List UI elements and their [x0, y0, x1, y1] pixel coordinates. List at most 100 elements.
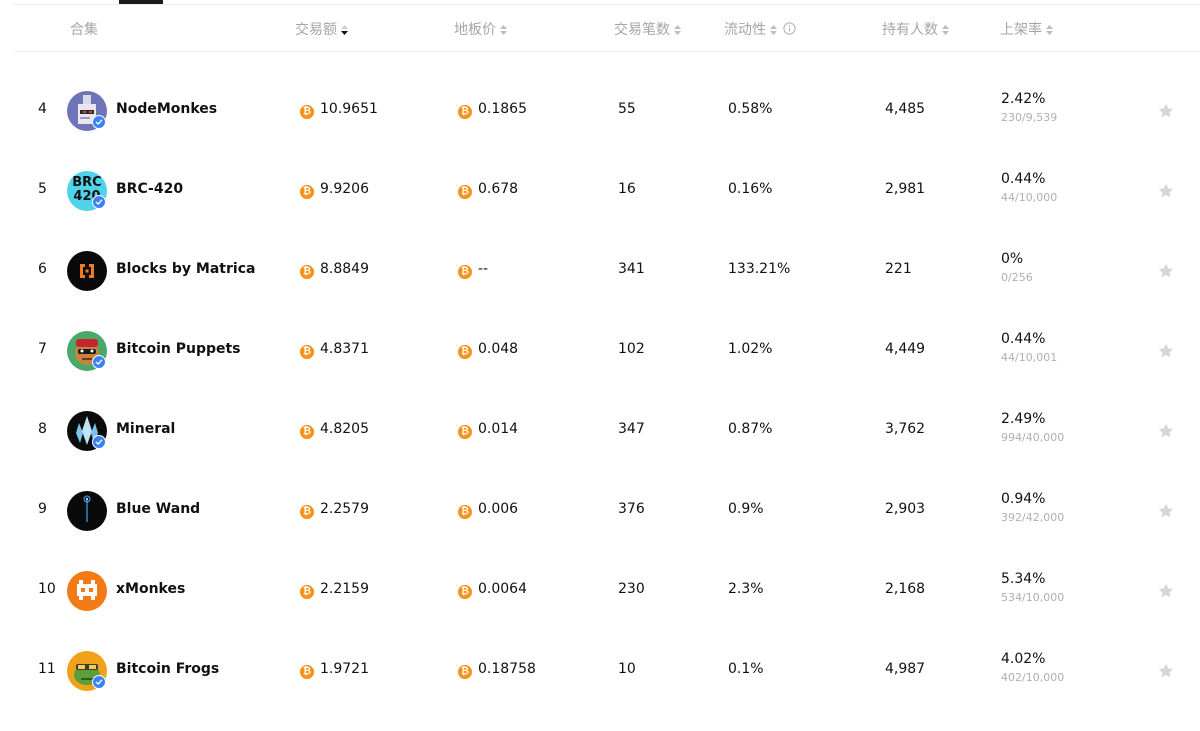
sales-count: 341	[618, 261, 645, 277]
bitcoin-icon: ₿	[458, 105, 472, 119]
listed-count: 44/10,001	[1001, 351, 1058, 364]
table-row[interactable]: 10 xMonkes ₿ 2.2159 ₿ 0.0064 230 2.3% 2,16…	[14, 551, 1200, 631]
volume: ₿ 1.9721	[300, 661, 369, 679]
bitcoin-icon: ₿	[300, 665, 314, 679]
rank: 11	[38, 661, 56, 677]
floor-price: ₿ 0.014	[458, 421, 518, 439]
table-row[interactable]: 8 Mineral ₿ 4.8205 ₿ 0.014 347 0.87% 3,762…	[14, 391, 1200, 471]
floor-price-value: 0.1865	[478, 101, 527, 117]
header-owners-label: 持有人数	[882, 22, 938, 38]
listed-count: 994/40,000	[1001, 431, 1065, 444]
sales-count: 10	[618, 661, 636, 677]
collection-name[interactable]: Bitcoin Frogs	[116, 661, 219, 677]
collection-avatar	[67, 491, 107, 531]
star-icon[interactable]	[1157, 502, 1175, 520]
bitcoin-icon: ₿	[300, 345, 314, 359]
floor-price: ₿ 0.18758	[458, 661, 536, 679]
owners-count: 4,987	[885, 661, 926, 677]
floor-price-value: 0.18758	[478, 661, 536, 677]
bitcoin-icon: ₿	[300, 105, 314, 119]
volume: ₿ 2.2159	[300, 581, 369, 599]
listed-rate: 0.44%	[1001, 171, 1046, 187]
table-header: 合集 交易额 地板价 交易笔数 流动性 持有人数 上架率	[14, 5, 1200, 52]
listed-rate: 0.44%	[1001, 331, 1046, 347]
liquidity: 1.02%	[728, 341, 773, 357]
owners-count: 2,903	[885, 501, 926, 517]
collection-name[interactable]: Blocks by Matrica	[116, 261, 255, 277]
volume-value: 1.9721	[320, 661, 369, 677]
table-row[interactable]: 7 Bitcoin Puppets ₿ 4.8371 ₿ 0.048 102 1.0…	[14, 311, 1200, 391]
table-row[interactable]: 11 Bitcoin Frogs ₿ 1.9721 ₿ 0.18758 10 0.1…	[14, 631, 1200, 711]
liquidity: 2.3%	[728, 581, 764, 597]
rank: 8	[38, 421, 47, 437]
header-sales[interactable]: 交易笔数	[614, 19, 681, 39]
floor-price: ₿ 0.1865	[458, 101, 527, 119]
volume-value: 4.8205	[320, 421, 369, 437]
sort-icon	[674, 25, 681, 35]
listed-rate: 2.42%	[1001, 91, 1046, 107]
collection-name[interactable]: BRC-420	[116, 181, 183, 197]
liquidity: 0.58%	[728, 101, 773, 117]
collection-name[interactable]: Mineral	[116, 421, 175, 437]
star-icon[interactable]	[1157, 582, 1175, 600]
owners-count: 4,485	[885, 101, 926, 117]
floor-price: ₿ 0.0064	[458, 581, 527, 599]
listed-rate: 2.49%	[1001, 411, 1046, 427]
owners-count: 221	[885, 261, 912, 277]
star-icon[interactable]	[1157, 182, 1175, 200]
rank: 6	[38, 261, 47, 277]
collection-name[interactable]: Bitcoin Puppets	[116, 341, 241, 357]
table-row[interactable]: 4 NodeMonkes ₿ 10.9651 ₿ 0.1865 55 0.58% 4…	[14, 71, 1200, 151]
listed-count: 534/10,000	[1001, 591, 1065, 604]
volume-value: 9.9206	[320, 181, 369, 197]
bitcoin-icon: ₿	[300, 425, 314, 439]
floor-price-value: --	[478, 261, 489, 277]
floor-price: ₿ 0.006	[458, 501, 518, 519]
bitcoin-icon: ₿	[458, 665, 472, 679]
active-tab-indicator	[119, 0, 163, 4]
owners-count: 2,981	[885, 181, 926, 197]
bitcoin-icon: ₿	[458, 505, 472, 519]
collection-name[interactable]: NodeMonkes	[116, 101, 217, 117]
collection-name[interactable]: xMonkes	[116, 581, 185, 597]
sort-icon	[500, 25, 507, 35]
star-icon[interactable]	[1157, 662, 1175, 680]
rank: 7	[38, 341, 47, 357]
header-sales-label: 交易笔数	[614, 22, 670, 38]
listed-count: 392/42,000	[1001, 511, 1065, 524]
bitcoin-icon: ₿	[300, 265, 314, 279]
table-row[interactable]: 9 Blue Wand ₿ 2.2579 ₿ 0.006 376 0.9% 2,90…	[14, 471, 1200, 551]
header-listed-rate-label: 上架率	[1000, 22, 1042, 38]
sales-count: 55	[618, 101, 636, 117]
bitcoin-icon: ₿	[300, 585, 314, 599]
star-icon[interactable]	[1157, 342, 1175, 360]
listed-count: 0/256	[1001, 271, 1033, 284]
table-row[interactable]: 6 Blocks by Matrica ₿ 8.8849 ₿ -- 341 133.…	[14, 231, 1200, 311]
header-liquidity-label: 流动性	[724, 22, 766, 38]
bitcoin-icon: ₿	[300, 505, 314, 519]
volume: ₿ 9.9206	[300, 181, 369, 199]
verified-badge-icon	[92, 115, 106, 129]
listed-count: 402/10,000	[1001, 671, 1065, 684]
bitcoin-icon: ₿	[458, 265, 472, 279]
floor-price: ₿ 0.678	[458, 181, 518, 199]
listed-rate: 5.34%	[1001, 571, 1046, 587]
header-volume[interactable]: 交易额	[295, 19, 348, 39]
header-owners[interactable]: 持有人数	[882, 19, 949, 39]
star-icon[interactable]	[1157, 422, 1175, 440]
header-listed-rate[interactable]: 上架率	[1000, 19, 1053, 39]
header-liquidity[interactable]: 流动性	[724, 19, 796, 39]
listed-rate: 4.02%	[1001, 651, 1046, 667]
star-icon[interactable]	[1157, 262, 1175, 280]
sort-icon	[1046, 25, 1053, 35]
rank: 9	[38, 501, 47, 517]
header-floor-price[interactable]: 地板价	[454, 19, 507, 39]
collection-name[interactable]: Blue Wand	[116, 501, 200, 517]
info-icon[interactable]	[783, 22, 796, 35]
bitcoin-icon: ₿	[458, 345, 472, 359]
liquidity: 0.87%	[728, 421, 773, 437]
table-row[interactable]: 5 BRC 420 BRC-420 ₿ 9.9206 ₿ 0.678 16 0.16…	[14, 151, 1200, 231]
sort-icon	[770, 25, 777, 35]
bitcoin-icon: ₿	[458, 585, 472, 599]
star-icon[interactable]	[1157, 102, 1175, 120]
